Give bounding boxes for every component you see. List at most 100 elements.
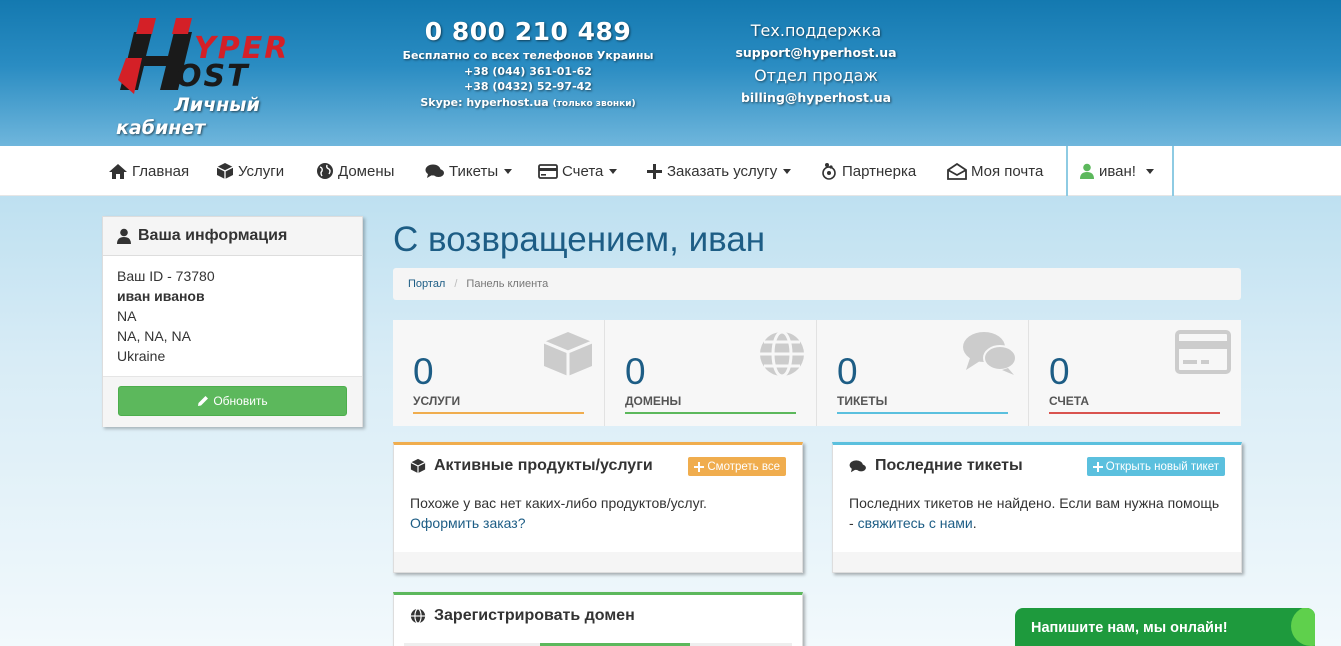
breadcrumb-separator: / <box>454 278 458 290</box>
active-products-header: Активные продукты/услуги Смотреть все <box>394 445 802 487</box>
nav-domains[interactable]: Домены <box>316 146 394 196</box>
chevron-down-icon <box>609 168 618 174</box>
support-contacts: Тех.поддержка support@hyperhost.ua Отдел… <box>716 20 916 110</box>
chat-corner-decoration <box>1291 608 1315 646</box>
register-domain-panel: Зарегистрировать домен <box>393 592 803 646</box>
support-email[interactable]: support@hyperhost.ua <box>716 42 916 64</box>
services-bar <box>413 412 584 414</box>
tile-invoices[interactable]: 0 СЧЕТА <box>1029 320 1241 426</box>
client-country: Ukraine <box>117 348 166 364</box>
site-header: YPER OST Личный кабинет 0 800 210 489 Бе… <box>0 0 1341 146</box>
tickets-bar <box>837 412 1008 414</box>
open-ticket-label: Открыть новый тикет <box>1105 460 1219 473</box>
phone-vinnytsia[interactable]: +38 (0432) 52-97-42 <box>390 79 666 95</box>
nav-home-label: Главная <box>132 162 190 180</box>
nav-tickets-label: Тикеты <box>449 162 499 180</box>
sales-email[interactable]: billing@hyperhost.ua <box>716 87 916 109</box>
nav-invoices[interactable]: Счета <box>538 146 618 196</box>
nav-order-label: Заказать услугу <box>667 162 778 180</box>
update-button[interactable]: Обновить <box>118 386 347 416</box>
recent-tickets-body: Последних тикетов не найдено. Если вам н… <box>833 487 1241 539</box>
svg-text:OST: OST <box>176 59 250 94</box>
user-menu[interactable]: иван! <box>1066 146 1174 196</box>
chat-widget[interactable]: Напишите нам, мы онлайн! <box>1015 608 1315 646</box>
active-products-body: Похоже у вас нет каких-либо продуктов/ус… <box>394 487 802 539</box>
nav-home[interactable]: Главная <box>108 146 189 196</box>
plus-icon <box>647 163 662 179</box>
services-count: 0 <box>413 351 434 392</box>
client-name: иван иванов <box>117 288 205 304</box>
chevron-down-icon <box>504 168 513 174</box>
page-title: С возвращением, иван <box>393 220 766 259</box>
credit-card-icon <box>1175 330 1231 374</box>
breadcrumb-current: Панель клиента <box>466 278 549 290</box>
phone-kyiv[interactable]: +38 (044) 361-01-62 <box>390 64 666 80</box>
globe-icon <box>410 608 426 624</box>
active-products-footer <box>394 552 802 572</box>
recent-tickets-title: Последние тикеты <box>875 457 1023 474</box>
comments-icon <box>849 459 866 472</box>
your-info-header: Ваша информация <box>103 217 362 256</box>
chat-label: Напишите нам, мы онлайн! <box>1031 620 1228 636</box>
comments-icon <box>963 332 1017 375</box>
breadcrumb-portal[interactable]: Портал <box>408 278 445 290</box>
open-ticket-button[interactable]: Открыть новый тикет <box>1086 457 1225 476</box>
recent-tickets-footer <box>833 552 1241 572</box>
contact-us-link[interactable]: свяжитесь с нами <box>858 515 973 531</box>
tile-domains[interactable]: 0 ДОМЕНЫ <box>605 320 817 426</box>
no-tickets-end: . <box>972 515 977 531</box>
cube-icon <box>543 332 593 376</box>
stat-tiles: 0 УСЛУГИ 0 ДОМЕНЫ 0 ТИКЕТЫ 0 СЧЕТА <box>393 320 1241 426</box>
plus-icon <box>694 461 705 472</box>
nav-mail[interactable]: Моя почта <box>947 146 1043 196</box>
cube-icon <box>216 163 234 179</box>
domains-label: ДОМЕНЫ <box>625 394 682 408</box>
your-info-footer: Обновить <box>103 376 362 427</box>
domains-bar <box>625 412 796 414</box>
nav-order[interactable]: Заказать услугу <box>646 146 792 196</box>
order-link[interactable]: Оформить заказ? <box>410 513 786 533</box>
logo-graphic: YPER OST <box>118 18 287 94</box>
nav-partner[interactable]: Партнерка <box>820 146 916 196</box>
breadcrumb: Портал / Панель клиента <box>393 268 1241 300</box>
tickets-count: 0 <box>837 351 858 392</box>
phone-contacts: 0 800 210 489 Бесплатно со всех телефоно… <box>390 16 666 112</box>
chevron-down-icon <box>783 168 792 174</box>
user-icon <box>117 228 131 244</box>
nav-mail-label: Моя почта <box>971 162 1044 180</box>
nav-services-label: Услуги <box>238 162 285 180</box>
user-menu-label: иван! <box>1099 162 1136 180</box>
view-all-button[interactable]: Смотреть все <box>688 457 786 476</box>
tile-tickets[interactable]: 0 ТИКЕТЫ <box>817 320 1029 426</box>
plus-icon <box>1092 461 1103 472</box>
support-title: Тех.поддержка <box>750 21 882 40</box>
nav-tickets[interactable]: Тикеты <box>425 146 513 196</box>
nav-services[interactable]: Услуги <box>216 146 284 196</box>
tile-services[interactable]: 0 УСЛУГИ <box>393 320 605 426</box>
main-phone[interactable]: 0 800 210 489 <box>390 16 666 48</box>
hyperhost-logo[interactable]: YPER OST Личный кабинет <box>112 14 312 144</box>
invoices-bar <box>1049 412 1220 414</box>
services-label: УСЛУГИ <box>413 394 461 408</box>
nav-partner-label: Партнерка <box>842 162 917 180</box>
tickets-label: ТИКЕТЫ <box>837 394 888 408</box>
client-company: NA <box>117 308 137 324</box>
partner-icon <box>822 163 836 180</box>
nav-domains-label: Домены <box>338 162 395 180</box>
envelope-icon <box>947 162 967 180</box>
logo-subtitle-line1: Личный <box>174 94 260 116</box>
home-icon <box>109 163 127 179</box>
active-products-panel: Активные продукты/услуги Смотреть все По… <box>393 442 803 573</box>
nav-invoices-label: Счета <box>562 162 604 180</box>
main-navbar: Главная Услуги Домены Тикеты Счета Заказ… <box>0 146 1341 196</box>
domains-count: 0 <box>625 351 646 392</box>
view-all-label: Смотреть все <box>707 460 780 473</box>
client-id: Ваш ID - 73780 <box>117 268 215 284</box>
your-info-body: Ваш ID - 73780 иван иванов NA NA, NA, NA… <box>103 256 362 376</box>
active-products-title: Активные продукты/услуги <box>434 457 653 474</box>
skype-contact: Skype: hyperhost.ua (только звонки) <box>390 95 666 113</box>
client-address: NA, NA, NA <box>117 328 191 344</box>
skype-label[interactable]: Skype: hyperhost.ua <box>420 96 548 109</box>
globe-icon <box>317 163 333 179</box>
your-info-panel: Ваша информация Ваш ID - 73780 иван иван… <box>102 216 363 427</box>
